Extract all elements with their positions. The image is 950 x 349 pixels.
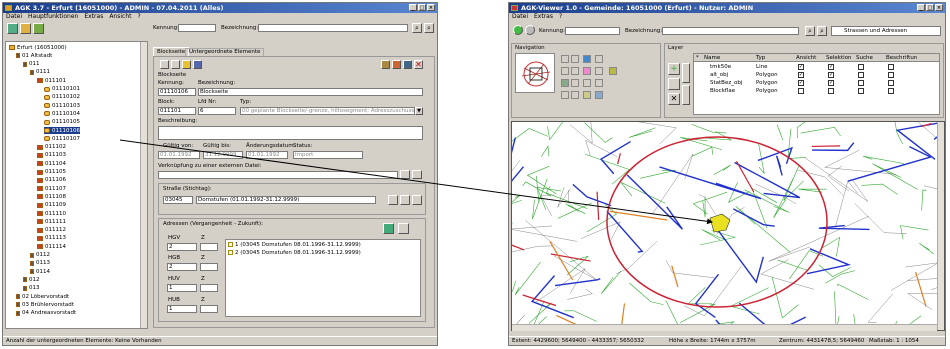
connector-arrow xyxy=(119,139,713,225)
